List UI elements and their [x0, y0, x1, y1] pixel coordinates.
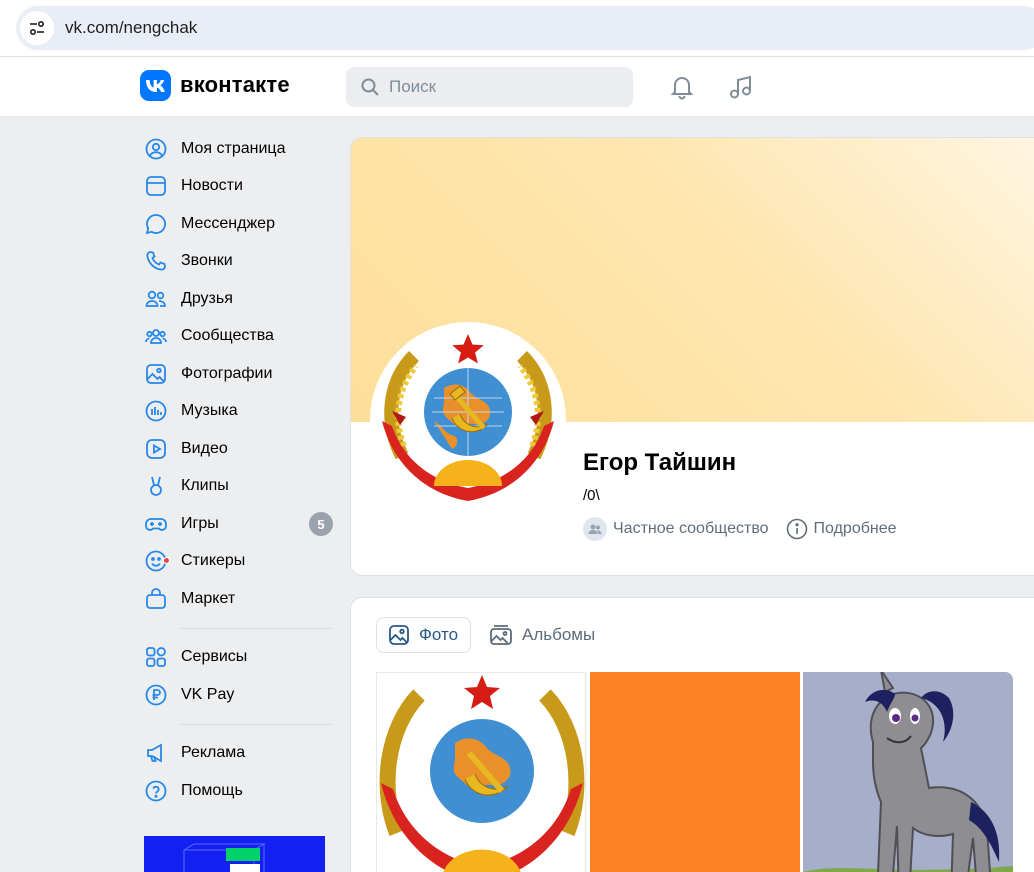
- sidebar-item-label: VK Pay: [181, 685, 235, 703]
- tab-label: Альбомы: [522, 625, 596, 644]
- sidebar-item-communities[interactable]: Сообщества: [140, 318, 340, 356]
- private-community-label: Частное сообщество: [583, 517, 769, 541]
- tab-photos[interactable]: Фото: [376, 617, 471, 653]
- sidebar-item-video[interactable]: Видео: [140, 430, 340, 468]
- market-icon: [144, 587, 168, 611]
- photo-thumbnail[interactable]: [803, 672, 1013, 872]
- sidebar-item-help[interactable]: Помощь: [140, 772, 340, 810]
- sidebar-item-my-page[interactable]: Моя страница: [140, 130, 340, 168]
- sidebar-item-label: Реклама: [181, 744, 246, 762]
- sidebar-item-services[interactable]: Сервисы: [140, 639, 340, 677]
- sidebar-item-market[interactable]: Маркет: [140, 580, 340, 618]
- address-bar[interactable]: vk.com/nengchak: [16, 6, 1034, 50]
- notifications-icon[interactable]: [668, 73, 696, 101]
- news-icon: [144, 174, 168, 198]
- stickers-icon: [144, 549, 170, 573]
- sidebar-item-vkpay[interactable]: VK Pay: [140, 676, 340, 714]
- profile-meta: Частное сообщество Подробнее: [583, 517, 897, 541]
- sidebar-divider: [181, 627, 331, 629]
- albums-icon: [489, 624, 513, 646]
- browser-toolbar: vk.com/nengchak: [0, 0, 1034, 57]
- site-info-icon[interactable]: [20, 11, 54, 45]
- vk-logo-text[interactable]: вконтакте: [180, 72, 290, 98]
- sidebar-item-label: Игры: [181, 514, 219, 532]
- photos-card: Фото Альбомы: [350, 597, 1034, 872]
- profile-status: /0\: [583, 487, 600, 504]
- sidebar-item-label: Стикеры: [181, 552, 246, 570]
- sidebar-item-label: Фотографии: [181, 364, 273, 382]
- details-link[interactable]: Подробнее: [786, 518, 897, 540]
- sidebar-item-label: Моя страница: [181, 139, 286, 157]
- photo-thumbnail[interactable]: [590, 672, 800, 872]
- sidebar-item-label: Музыка: [181, 402, 238, 420]
- music-icon: [144, 399, 168, 423]
- sidebar-item-label: Звонки: [181, 252, 233, 270]
- sidebar-item-friends[interactable]: Друзья: [140, 280, 340, 318]
- sidebar-item-label: Новости: [181, 177, 243, 195]
- url-text[interactable]: vk.com/nengchak: [65, 18, 197, 38]
- sidebar-item-label: Маркет: [181, 589, 236, 607]
- sidebar-item-calls[interactable]: Звонки: [140, 243, 340, 281]
- video-icon: [144, 437, 168, 461]
- tab-label: Фото: [419, 625, 459, 644]
- sidebar-item-photos[interactable]: Фотографии: [140, 355, 340, 393]
- sidebar-item-label: Мессенджер: [181, 214, 275, 232]
- services-icon: [144, 645, 168, 669]
- sidebar-item-messenger[interactable]: Мессенджер: [140, 205, 340, 243]
- details-text: Подробнее: [813, 520, 897, 537]
- phone-icon: [144, 249, 168, 273]
- sidebar-item-stickers[interactable]: Стикеры: [140, 543, 340, 581]
- games-counter-badge: 5: [309, 512, 333, 536]
- sidebar-item-news[interactable]: Новости: [140, 168, 340, 206]
- sidebar-item-games[interactable]: Игры 5: [140, 505, 340, 543]
- private-group-icon: [583, 517, 607, 541]
- clips-icon: [144, 474, 168, 498]
- privacy-text: Частное сообщество: [613, 520, 769, 537]
- sidebar-item-ads[interactable]: Реклама: [140, 735, 340, 773]
- photos-icon: [144, 362, 168, 386]
- sidebar-item-label: Клипы: [181, 477, 229, 495]
- photo-icon: [388, 624, 410, 646]
- search-input[interactable]: Поиск: [346, 67, 633, 107]
- sidebar-item-label: Помощь: [181, 781, 243, 799]
- tab-albums[interactable]: Альбомы: [487, 617, 595, 653]
- communities-icon: [144, 324, 168, 348]
- music-icon[interactable]: [727, 73, 755, 101]
- messenger-icon: [144, 212, 168, 236]
- sidebar-item-label: Видео: [181, 439, 228, 457]
- ads-icon: [144, 741, 168, 765]
- profile-name: Егор Тайшин: [583, 449, 737, 476]
- info-icon: [786, 518, 808, 540]
- vk-header: вконтакте Поиск: [0, 57, 1034, 117]
- profile-icon: [144, 137, 168, 161]
- sidebar-item-label: Сервисы: [181, 648, 248, 666]
- friends-icon: [144, 287, 168, 311]
- sidebar: Моя страница Новости Мессенджер Звонки Д…: [140, 130, 340, 810]
- sidebar-item-label: Друзья: [181, 289, 233, 307]
- sidebar-item-music[interactable]: Музыка: [140, 393, 340, 431]
- profile-avatar[interactable]: [370, 322, 566, 518]
- search-placeholder: Поиск: [389, 77, 437, 96]
- help-icon: [144, 779, 168, 803]
- vk-logo-icon[interactable]: [140, 70, 171, 101]
- sidebar-item-label: Сообщества: [181, 327, 274, 345]
- sidebar-divider: [181, 723, 331, 725]
- ad-banner[interactable]: [144, 836, 325, 872]
- vkpay-icon: [144, 683, 168, 707]
- photo-thumbnail[interactable]: [376, 672, 586, 872]
- search-icon: [360, 77, 380, 97]
- sidebar-item-clips[interactable]: Клипы: [140, 468, 340, 506]
- games-icon: [144, 512, 168, 536]
- notification-dot: [163, 557, 170, 565]
